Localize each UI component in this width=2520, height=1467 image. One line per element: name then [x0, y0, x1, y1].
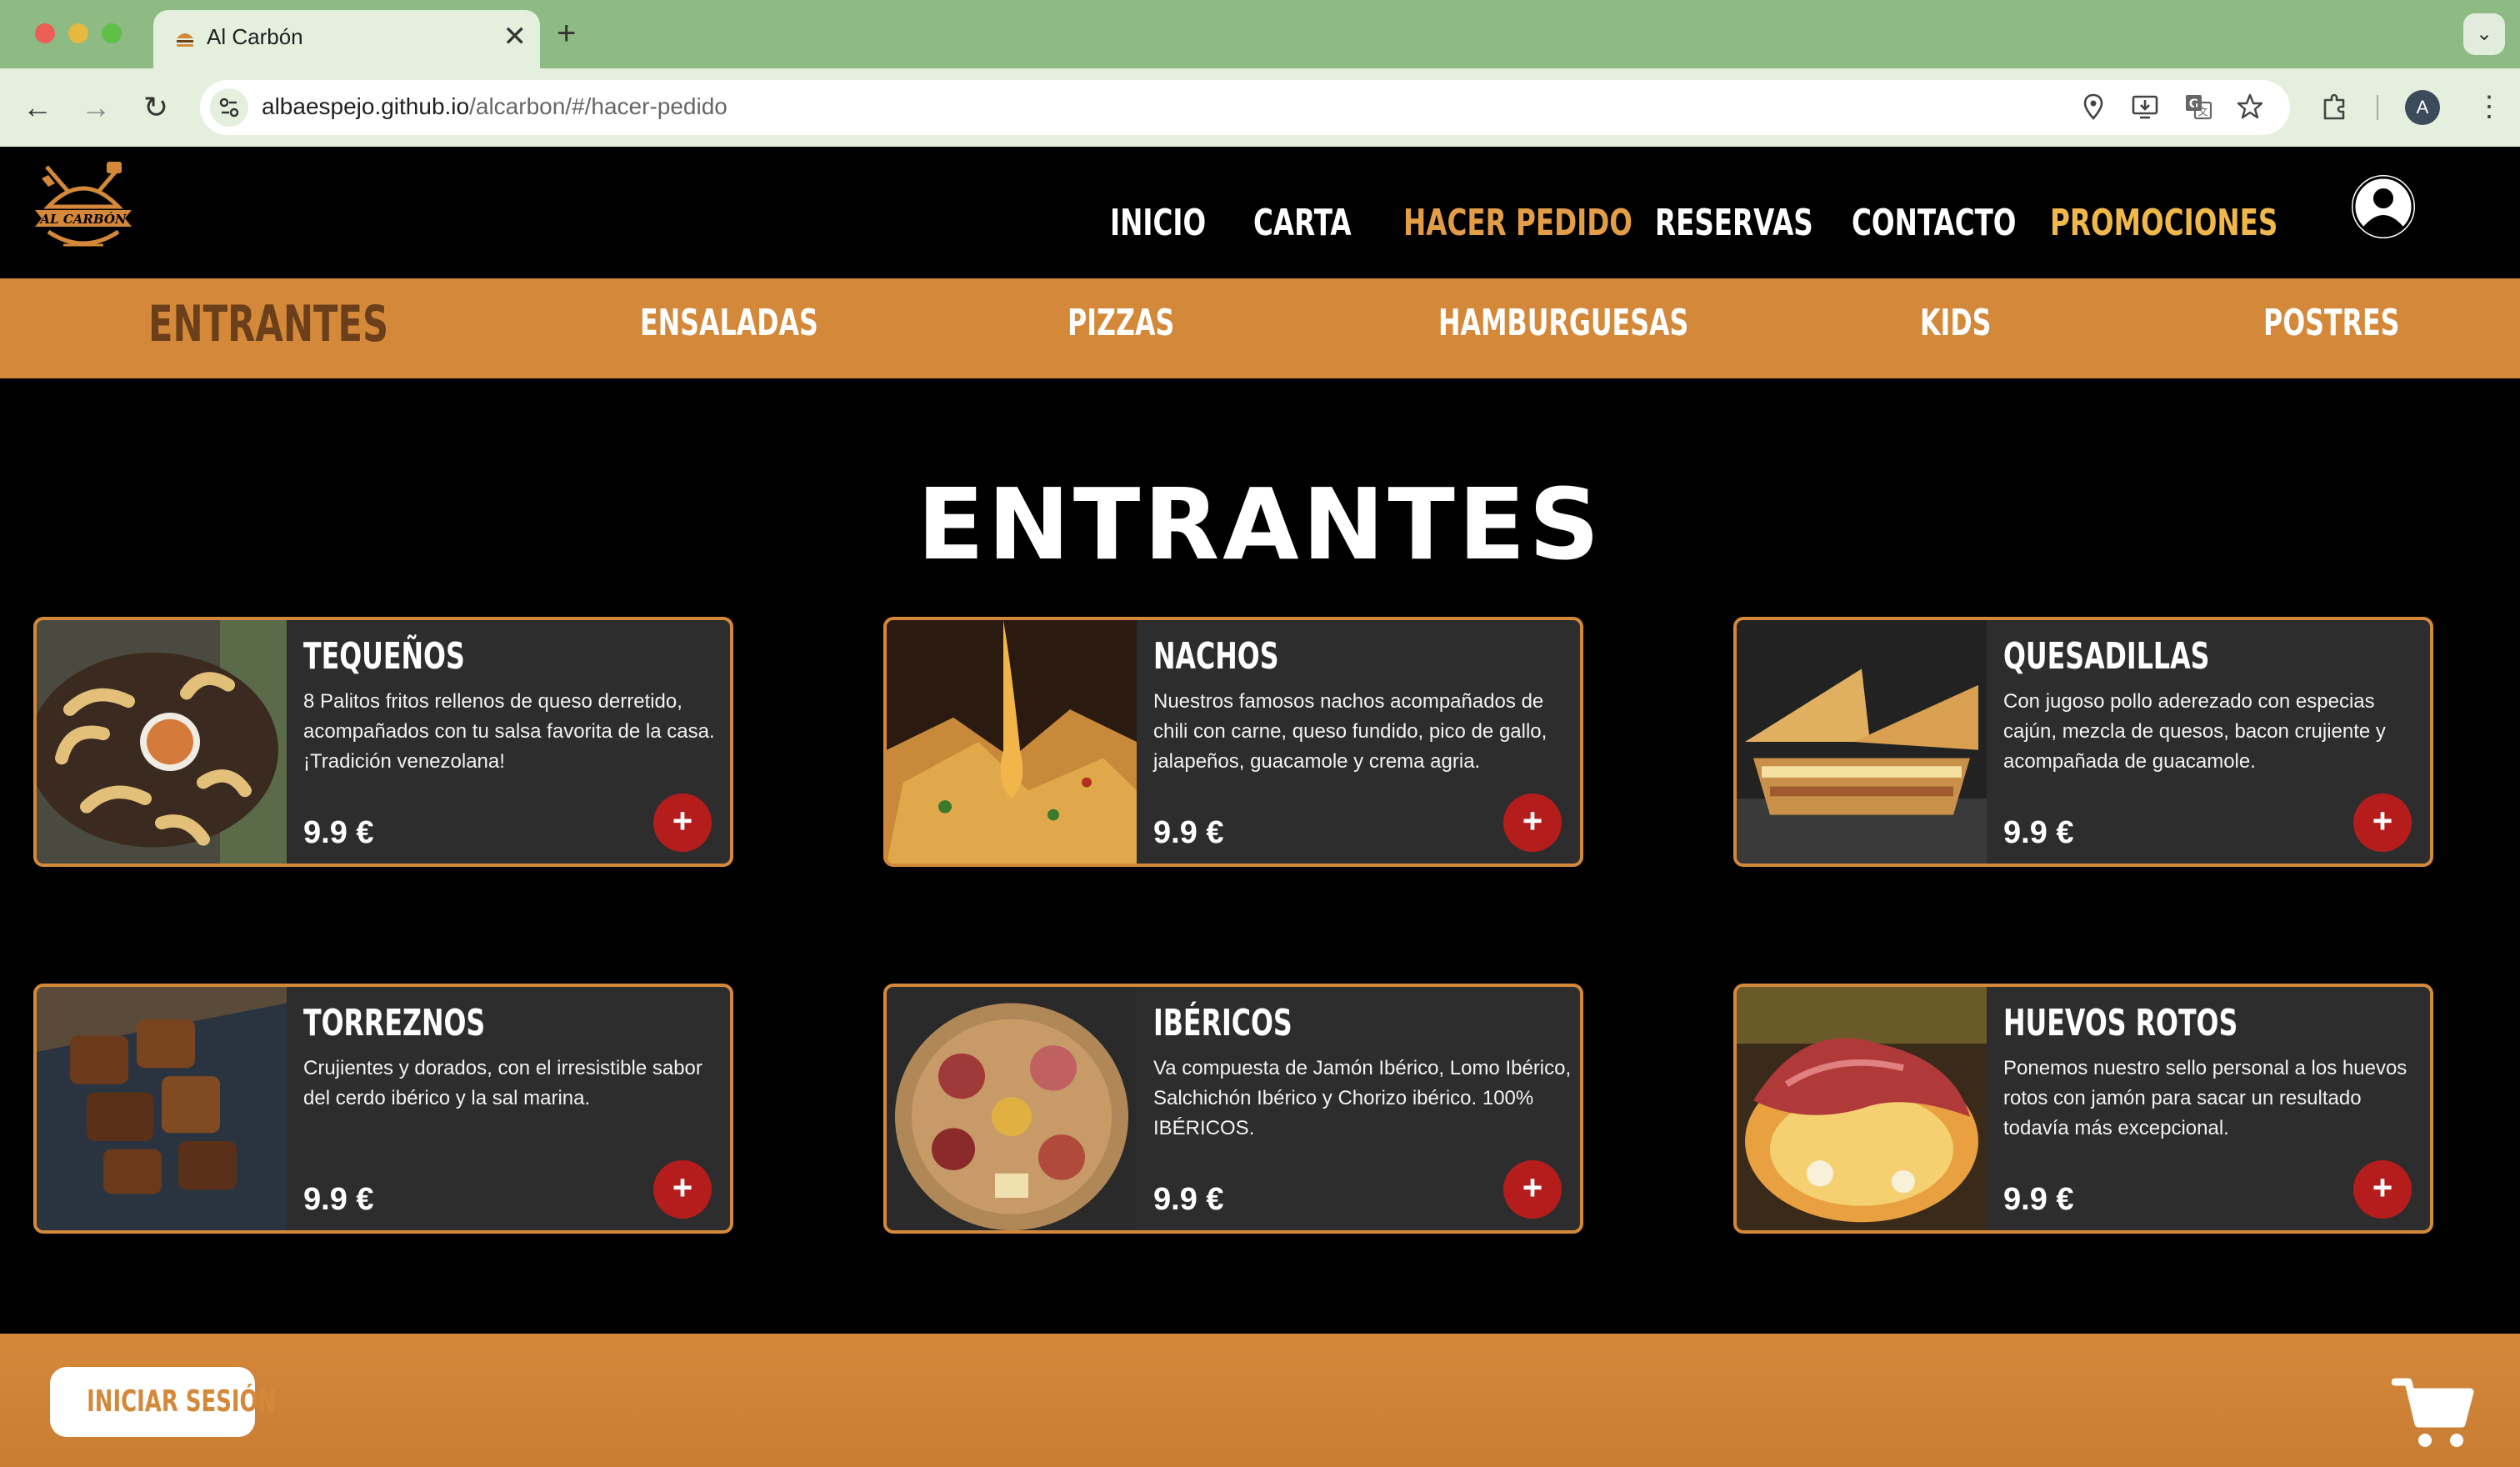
product-description: Nuestros famosos nachos acompañados de c…: [1153, 690, 1548, 773]
close-tab-icon[interactable]: ✕: [503, 20, 528, 53]
category-tab-postres[interactable]: POSTRES: [2263, 302, 2399, 344]
nav-link-contacto[interactable]: CONTACTO: [1852, 202, 2016, 244]
product-card: TORREZNOS Crujientes y dorados, con el i…: [33, 984, 733, 1234]
add-to-order-button[interactable]: +: [2353, 794, 2412, 852]
product-description: Ponemos nuestro sello personal a los hue…: [2003, 1057, 2408, 1139]
product-description: Crujientes y dorados, con el irresistibl…: [303, 1057, 702, 1109]
product-name: IBÉRICOS: [1153, 1002, 1292, 1044]
product-card: QUESADILLAS Con jugoso pollo aderezado c…: [1733, 617, 2433, 867]
window-zoom-button[interactable]: [102, 23, 122, 43]
nav-link-carta[interactable]: CARTA: [1253, 202, 1352, 244]
category-tab-kids[interactable]: KIDS: [1920, 302, 1991, 344]
site-header: AL CARBÓN INICIO CARTA HACER PEDIDO RESE…: [0, 147, 2520, 278]
product-price: 9.9 €: [2003, 815, 2074, 850]
window-minimize-button[interactable]: [68, 23, 88, 43]
logo-text: AL CARBÓN: [38, 212, 127, 227]
bottom-bar: INICIAR SESIÓN: [0, 1334, 2520, 1467]
browser-toolbar: ← → ↻ albaespejo.github.io/alcarbon/#/ha…: [0, 68, 2520, 147]
product-description: Va compuesta de Jamón Ibérico, Lomo Ibér…: [1153, 1057, 1572, 1139]
product-image: [887, 987, 1137, 1230]
product-name: TORREZNOS: [303, 1002, 486, 1044]
back-arrow-icon[interactable]: ←: [18, 88, 57, 127]
add-to-order-button[interactable]: +: [653, 1160, 712, 1219]
product-image: [887, 620, 1137, 864]
add-to-order-button[interactable]: +: [2353, 1160, 2412, 1219]
product-price: 9.9 €: [1153, 815, 1224, 850]
category-tab-hamburguesas[interactable]: HAMBURGUESAS: [1438, 302, 1688, 344]
product-name: TEQUEÑOS: [303, 635, 465, 678]
install-app-icon[interactable]: [2130, 92, 2160, 122]
translate-icon[interactable]: G 文: [2183, 92, 2213, 122]
nav-link-hacer-pedido[interactable]: HACER PEDIDO: [1403, 202, 1632, 244]
product-price: 9.9 €: [303, 815, 374, 850]
address-bar[interactable]: albaespejo.github.io/alcarbon/#/hacer-pe…: [200, 80, 2290, 135]
tab-title: Al Carbón: [207, 24, 303, 49]
product-price: 9.9 €: [2003, 1182, 2074, 1217]
product-price: 9.9 €: [303, 1182, 374, 1217]
product-name: QUESADILLAS: [2003, 635, 2210, 678]
add-to-order-button[interactable]: +: [1503, 794, 1562, 852]
extensions-puzzle-icon[interactable]: [2318, 90, 2352, 123]
product-card: HUEVOS ROTOS Ponemos nuestro sello perso…: [1733, 984, 2433, 1234]
browser-tab-active[interactable]: Al Carbón ✕: [153, 10, 540, 68]
location-pin-icon[interactable]: [2078, 92, 2108, 122]
category-tab-entrantes[interactable]: ENTRANTES: [148, 295, 388, 353]
login-button[interactable]: INICIAR SESIÓN: [50, 1367, 276, 1437]
profile-avatar[interactable]: A: [2405, 90, 2440, 125]
product-image: [1737, 987, 1987, 1230]
product-name: NACHOS: [1153, 635, 1279, 678]
bookmark-star-icon[interactable]: [2235, 92, 2265, 122]
user-account-icon[interactable]: [2348, 172, 2418, 242]
forward-arrow-icon[interactable]: →: [77, 88, 115, 127]
url-host: albaespejo.github.io: [262, 93, 470, 119]
category-bar: ENTRANTES ENSALADAS PIZZAS HAMBURGUESAS …: [0, 278, 2520, 378]
new-tab-button[interactable]: +: [557, 13, 576, 53]
product-description: 8 Palitos fritos rellenos de queso derre…: [303, 690, 715, 773]
category-tab-ensaladas[interactable]: ENSALADAS: [640, 302, 818, 344]
product-description: Con jugoso pollo aderezado con especias …: [2003, 690, 2386, 773]
product-image: [37, 987, 287, 1230]
product-card: IBÉRICOS Va compuesta de Jamón Ibérico, …: [883, 984, 1583, 1234]
product-image: [1737, 620, 1987, 864]
product-card: TEQUEÑOS 8 Palitos fritos rellenos de qu…: [33, 617, 733, 867]
shopping-cart-icon[interactable]: [2392, 1375, 2475, 1450]
tab-search-chevron-icon[interactable]: ⌄: [2463, 13, 2505, 55]
url-path: /alcarbon/#/hacer-pedido: [469, 93, 728, 119]
site-info-tune-icon[interactable]: [210, 88, 248, 127]
nav-link-reservas[interactable]: RESERVAS: [1655, 202, 1813, 244]
nav-link-inicio[interactable]: INICIO: [1110, 202, 1206, 244]
al-carbon-logo[interactable]: AL CARBÓN: [30, 158, 137, 258]
add-to-order-button[interactable]: +: [1503, 1160, 1562, 1219]
url-text[interactable]: albaespejo.github.io/alcarbon/#/hacer-pe…: [262, 93, 728, 120]
product-name: HUEVOS ROTOS: [2003, 1002, 2238, 1044]
nav-link-promociones[interactable]: PROMOCIONES: [2050, 202, 2278, 244]
section-title: ENTRANTES: [917, 467, 1603, 582]
product-image: [37, 620, 287, 864]
toolbar-divider: [2377, 95, 2378, 120]
add-to-order-button[interactable]: +: [653, 794, 712, 852]
login-button-label: INICIAR SESIÓN: [87, 1384, 277, 1419]
reload-icon[interactable]: ↻: [137, 88, 175, 127]
svg-text:文: 文: [2198, 105, 2208, 118]
burger-favicon-icon: [177, 33, 193, 47]
product-card: NACHOS Nuestros famosos nachos acompañad…: [883, 617, 1583, 867]
product-price: 9.9 €: [1153, 1182, 1224, 1217]
category-tab-pizzas[interactable]: PIZZAS: [1068, 302, 1174, 344]
browser-tab-strip: Al Carbón ✕ + ⌄: [0, 0, 2520, 68]
kebab-menu-icon[interactable]: ⋮: [2475, 90, 2503, 123]
window-close-button[interactable]: [35, 23, 55, 43]
